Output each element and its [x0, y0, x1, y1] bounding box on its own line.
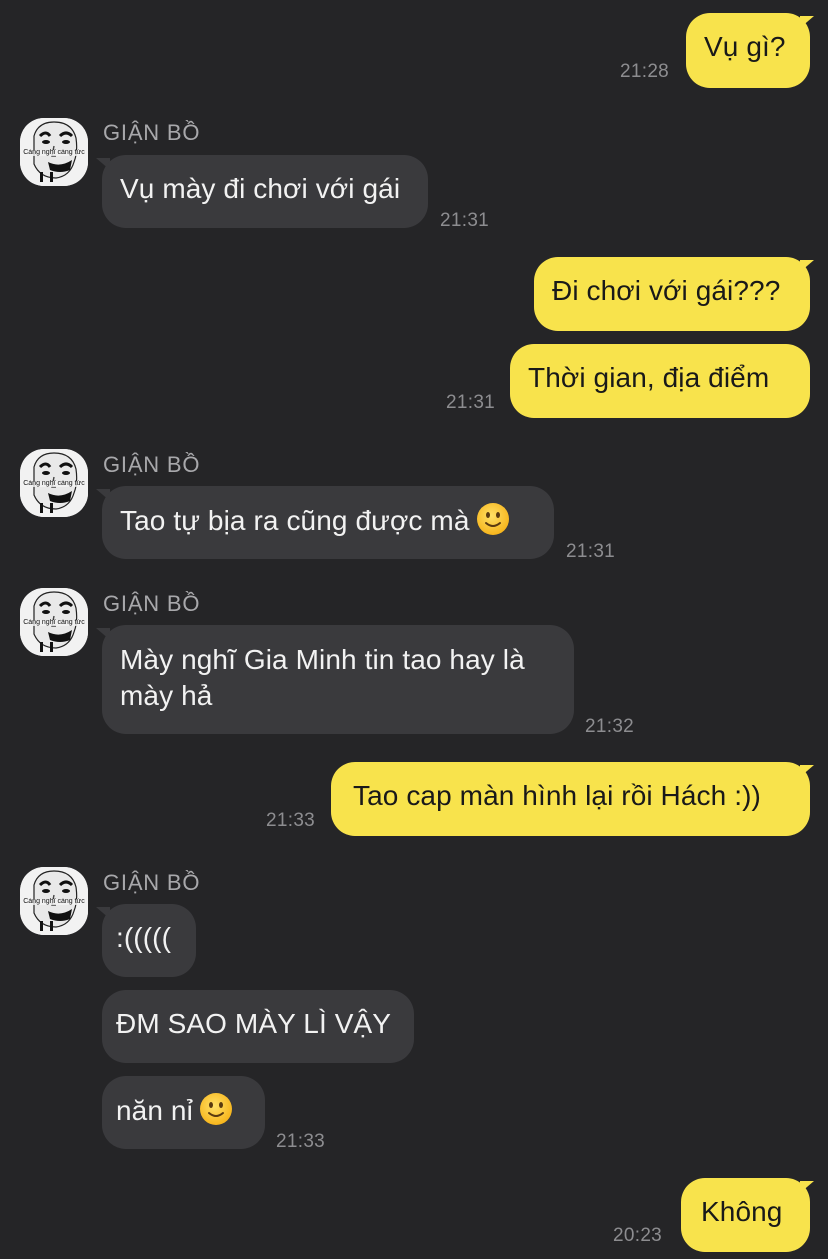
message-text: Tao cap màn hình lại rồi Hách :))	[353, 780, 761, 811]
message-timestamp: 21:28	[620, 61, 670, 82]
slightly-smiling-face-icon	[476, 503, 509, 535]
message-text: Tao tự bịa ra cũng được mà	[120, 505, 470, 536]
avatar-caption: Càng nghĩ càng tức	[23, 619, 85, 626]
message-text: :(((((	[116, 922, 172, 953]
sender-name: GIẬN BỒ	[103, 870, 201, 895]
avatar-caption: Càng nghĩ càng tức	[23, 149, 85, 156]
outgoing-message-bubble[interactable]: Đi chơi với gái???	[534, 257, 810, 331]
sender-name: GIẬN BỒ	[103, 591, 201, 616]
avatar-caption: Càng nghĩ càng tức	[23, 898, 85, 905]
slightly-smiling-face-icon	[199, 1093, 232, 1125]
bubble-tail	[800, 1181, 814, 1193]
outgoing-message-bubble[interactable]: Không	[681, 1178, 810, 1252]
avatar-caption: Càng nghĩ càng tức	[23, 480, 85, 487]
bubble-tail	[800, 260, 814, 272]
message-timestamp: 21:31	[446, 392, 496, 413]
sender-name: GIẬN BỒ	[103, 120, 201, 145]
message-timestamp: 20:23	[613, 1225, 663, 1246]
message-timestamp: 21:33	[276, 1131, 326, 1152]
message-timestamp: 21:32	[585, 716, 635, 737]
incoming-message-bubble[interactable]: :(((((	[102, 904, 196, 977]
message-timestamp: 21:33	[266, 810, 316, 831]
incoming-message-bubble[interactable]: Mày nghĩ Gia Minh tin tao hay là mày hả	[102, 625, 574, 734]
message-text: Không	[701, 1196, 783, 1227]
incoming-message-bubble[interactable]: Vụ mày đi chơi với gái	[102, 155, 428, 228]
bubble-tail	[800, 765, 814, 777]
bubble-tail	[800, 16, 814, 28]
outgoing-message-bubble[interactable]: Tao cap màn hình lại rồi Hách :))	[331, 762, 810, 836]
outgoing-message-bubble[interactable]: Vụ gì?	[686, 13, 810, 88]
incoming-message-bubble[interactable]: năn nỉ	[102, 1076, 265, 1149]
message-timestamp: 21:31	[440, 210, 490, 231]
message-text: Thời gian, địa điểm	[528, 362, 770, 393]
contact-avatar[interactable]: Càng nghĩ càng tức	[20, 588, 88, 656]
message-text-line: Mày nghĩ Gia Minh tin tao hay là	[120, 644, 525, 675]
message-text-line: mày hả	[120, 680, 213, 711]
message-content: Tao tự bịa ra cũng được mà	[102, 502, 554, 539]
contact-avatar[interactable]: Càng nghĩ càng tức	[20, 449, 88, 517]
message-content: năn nỉ	[102, 1092, 265, 1129]
incoming-message-bubble[interactable]: ĐM SAO MÀY LÌ VẬY	[102, 990, 414, 1063]
incoming-message-bubble[interactable]: Tao tự bịa ra cũng được mà	[102, 486, 554, 559]
message-timestamp: 21:31	[566, 541, 616, 562]
message-text: năn nỉ	[116, 1095, 193, 1126]
outgoing-message-bubble[interactable]: Thời gian, địa điểm	[510, 344, 810, 418]
message-text: Vụ gì?	[704, 31, 786, 62]
message-text: ĐM SAO MÀY LÌ VẬY	[116, 1008, 392, 1039]
message-text: Đi chơi với gái???	[552, 275, 781, 306]
sender-name: GIẬN BỒ	[103, 452, 201, 477]
message-text: Vụ mày đi chơi với gái	[120, 173, 401, 204]
contact-avatar[interactable]: Càng nghĩ càng tức	[20, 867, 88, 935]
contact-avatar[interactable]: Càng nghĩ càng tức	[20, 118, 88, 186]
